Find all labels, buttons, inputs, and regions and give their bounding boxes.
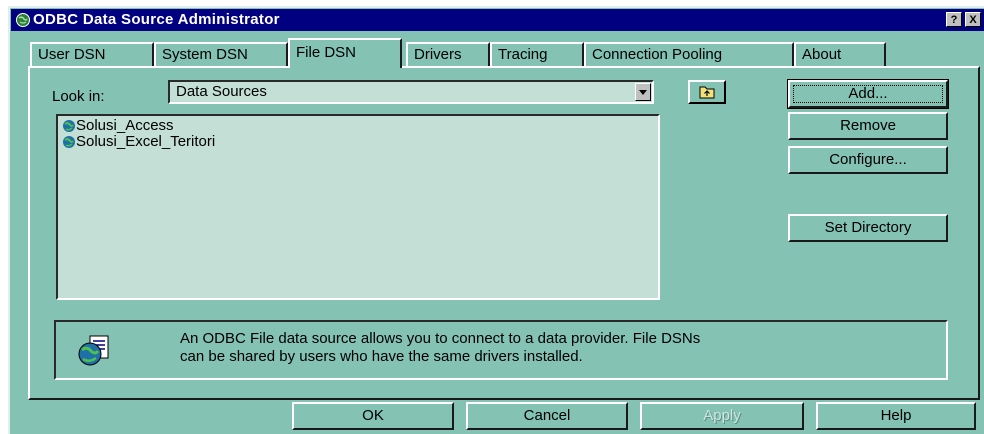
tab-tracing[interactable]: Tracing (490, 42, 584, 66)
ok-button-label: OK (362, 407, 384, 424)
look-in-value: Data Sources (176, 83, 267, 100)
set-directory-button[interactable]: Set Directory (788, 214, 948, 242)
remove-button-label: Remove (840, 117, 896, 134)
tab-drivers[interactable]: Drivers (406, 42, 490, 66)
file-name: Solusi_Excel_Teritori (76, 133, 216, 150)
info-line-1: An ODBC File data source allows you to c… (180, 330, 701, 347)
file-dsn-list[interactable]: Solusi_Access Solusi_Excel_Teritori (56, 114, 660, 300)
tab-file-dsn[interactable]: File DSN (288, 38, 402, 68)
tab-connection-pooling[interactable]: Connection Pooling (584, 42, 794, 66)
window-title: ODBC Data Source Administrator (33, 11, 280, 28)
tab-user-dsn[interactable]: User DSN (30, 42, 154, 66)
ok-button[interactable]: OK (292, 402, 454, 430)
file-dsn-globe-icon (78, 335, 109, 366)
close-title-button[interactable]: X (965, 12, 981, 27)
focus-rect (793, 85, 943, 103)
cancel-button-label: Cancel (523, 407, 571, 424)
configure-button[interactable]: Configure... (788, 146, 948, 174)
up-one-level-button[interactable] (688, 80, 726, 104)
apply-button[interactable]: Apply (640, 402, 804, 430)
info-box: An ODBC File data source allows you to c… (54, 320, 948, 380)
file-name: Solusi_Access (76, 117, 174, 134)
help-button-label: Help (880, 407, 912, 424)
info-line-2: can be shared by users who have the same… (180, 348, 583, 365)
title-bar[interactable]: ODBC Data Source Administrator ? X (11, 9, 984, 31)
globe-file-dsn-icon (63, 120, 75, 132)
tab-system-dsn[interactable]: System DSN (154, 42, 288, 66)
apply-button-label: Apply (703, 407, 741, 424)
help-title-button[interactable]: ? (946, 12, 962, 27)
globe-file-dsn-icon (63, 136, 75, 148)
info-text: An ODBC File data source allows you to c… (180, 330, 940, 366)
look-in-label: Look in: (52, 88, 105, 105)
cancel-button[interactable]: Cancel (466, 402, 628, 430)
help-button[interactable]: Help (816, 402, 976, 430)
tab-about[interactable]: About (794, 42, 886, 66)
dropdown-arrow-icon[interactable] (635, 83, 651, 101)
add-button[interactable]: Add... (787, 79, 949, 109)
folder-up-icon (699, 86, 715, 99)
odbc-globe-icon (16, 13, 30, 27)
configure-button-label: Configure... (829, 151, 907, 168)
remove-button[interactable]: Remove (788, 112, 948, 140)
set-directory-button-label: Set Directory (824, 219, 912, 236)
look-in-dropdown[interactable]: Data Sources (168, 80, 654, 104)
